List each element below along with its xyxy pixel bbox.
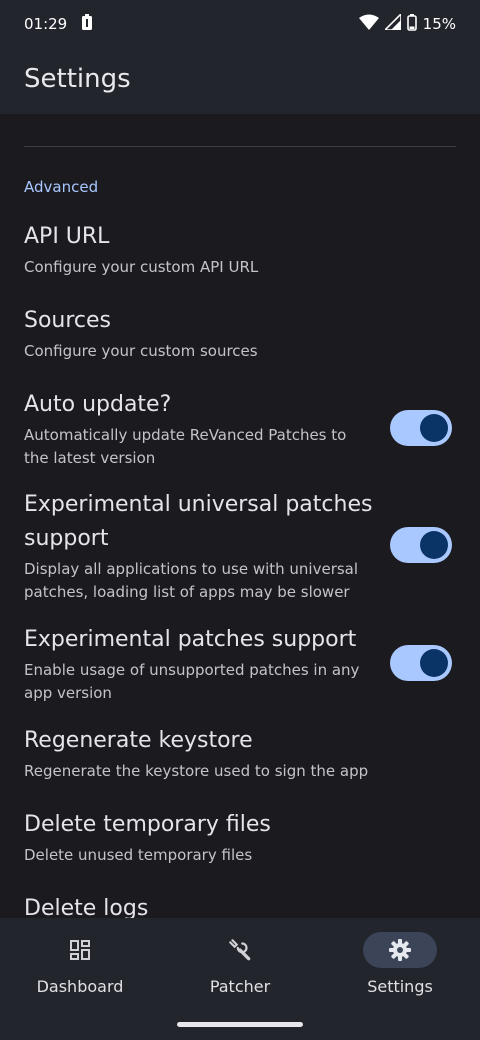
page-title: Settings xyxy=(24,64,131,94)
setting-title: Delete temporary files xyxy=(24,812,271,837)
setting-title: Experimental universal patches support xyxy=(24,492,373,551)
setting-title: Regenerate keystore xyxy=(24,728,253,753)
setting-subtitle: Configure your custom sources xyxy=(24,342,258,360)
status-icons: 15% xyxy=(358,12,456,35)
setting-experimental-universal-patches[interactable]: Experimental universal patches support D… xyxy=(24,488,374,604)
setting-title: API URL xyxy=(24,224,110,249)
nav-label: Patcher xyxy=(209,977,271,996)
battery-saver-icon xyxy=(81,13,93,35)
screen: We are online. Advanced API URL Configur… xyxy=(0,0,480,1040)
setting-regenerate-keystore[interactable]: Regenerate keystore Regenerate the keyst… xyxy=(24,724,374,783)
setting-title: Experimental patches support xyxy=(24,627,357,652)
signal-icon xyxy=(382,12,402,34)
setting-subtitle: Display all applications to use with uni… xyxy=(24,560,359,601)
toggle-knob xyxy=(420,414,448,442)
setting-api-url[interactable]: API URL Configure your custom API URL xyxy=(24,220,374,279)
battery-icon xyxy=(406,13,417,35)
dashboard-icon xyxy=(43,932,117,968)
experimental-universal-patches-toggle[interactable] xyxy=(390,527,452,563)
settings-list[interactable]: We are online. Advanced API URL Configur… xyxy=(0,0,480,918)
setting-subtitle: Delete unused temporary files xyxy=(24,846,253,864)
wifi-icon xyxy=(358,14,379,34)
toggle-knob xyxy=(420,649,448,677)
wrench-icon xyxy=(203,932,277,968)
nav-patcher[interactable]: Patcher xyxy=(160,932,320,996)
setting-sources[interactable]: Sources Configure your custom sources xyxy=(24,304,374,363)
setting-subtitle: Enable usage of unsupported patches in a… xyxy=(24,661,360,702)
setting-auto-update[interactable]: Auto update? Automatically update ReVanc… xyxy=(24,388,374,470)
setting-title: Delete logs xyxy=(24,896,149,918)
setting-delete-logs[interactable]: Delete logs xyxy=(24,892,374,918)
setting-title: Auto update? xyxy=(24,392,172,417)
nav-settings[interactable]: Settings xyxy=(320,932,480,996)
nav-dashboard[interactable]: Dashboard xyxy=(0,932,160,996)
status-time: 01:29 xyxy=(24,15,68,33)
status-bar: 01:29 15% xyxy=(0,0,480,48)
setting-delete-temporary-files[interactable]: Delete temporary files Delete unused tem… xyxy=(24,808,374,867)
setting-title: Sources xyxy=(24,308,112,333)
section-label-advanced: Advanced xyxy=(24,178,99,196)
top-bar: 01:29 15% Settings xyxy=(0,0,480,114)
setting-subtitle: Configure your custom API URL xyxy=(24,258,259,276)
setting-subtitle: Regenerate the keystore used to sign the… xyxy=(24,762,369,780)
nav-label: Settings xyxy=(367,977,433,996)
nav-label: Dashboard xyxy=(36,977,124,996)
setting-experimental-patches[interactable]: Experimental patches support Enable usag… xyxy=(24,623,374,705)
divider xyxy=(24,146,456,147)
setting-subtitle: Automatically update ReVanced Patches to… xyxy=(24,426,347,467)
gear-icon xyxy=(363,932,437,968)
gesture-bar[interactable] xyxy=(177,1022,303,1027)
battery-percent: 15% xyxy=(422,15,456,33)
auto-update-toggle[interactable] xyxy=(390,410,452,446)
toggle-knob xyxy=(420,531,448,559)
experimental-patches-toggle[interactable] xyxy=(390,645,452,681)
